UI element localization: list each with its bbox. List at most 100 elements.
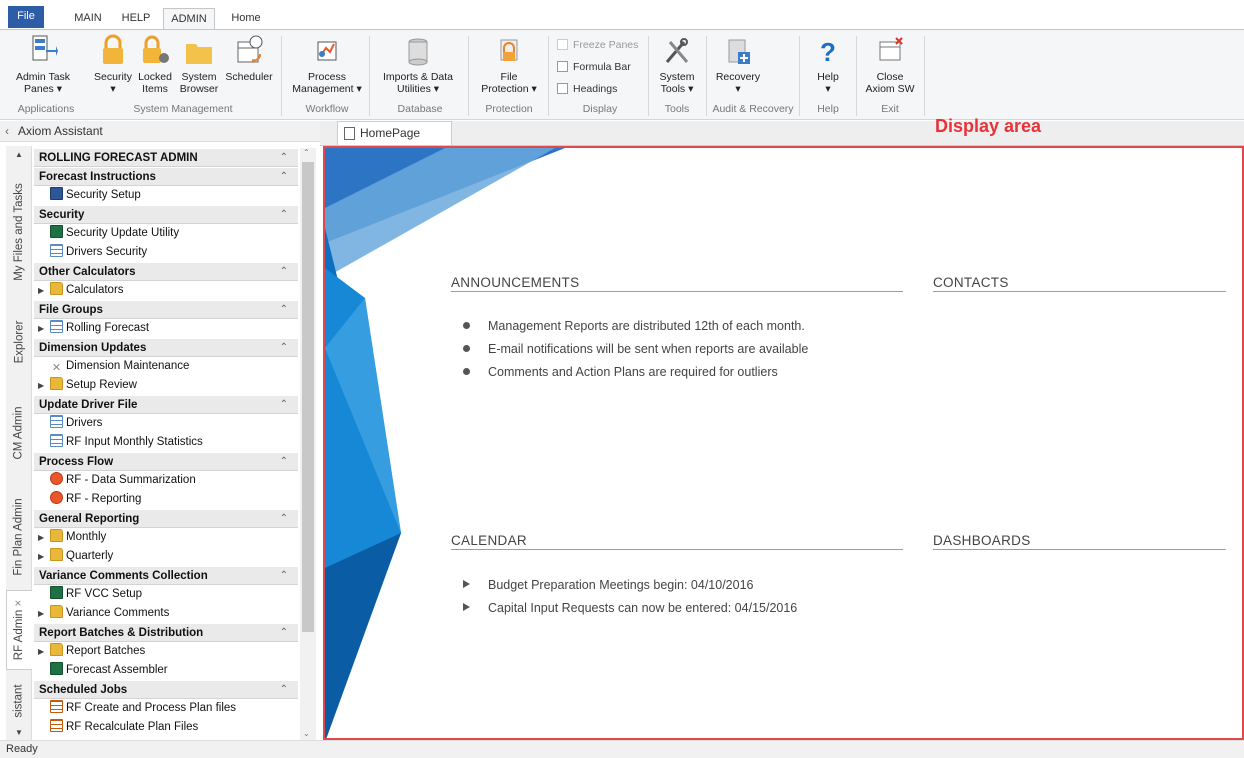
scroll-up-button[interactable]: ▲: [6, 146, 32, 162]
section-header[interactable]: Dimension Updates ⌃: [34, 338, 298, 357]
section-title: Scheduled Jobs: [39, 684, 128, 696]
tree-item[interactable]: ▶ Calculators: [34, 281, 298, 300]
collapse-caret-icon[interactable]: ⌃: [280, 396, 288, 414]
headings-checkbox[interactable]: Headings: [557, 83, 617, 95]
collapse-caret-icon[interactable]: ⌃: [280, 263, 288, 281]
freeze-panes-label: Freeze Panes: [573, 39, 639, 51]
side-vertical-tabs: ▲ My Files and Tasks Explorer CM Admin F…: [6, 146, 32, 740]
tree-item[interactable]: ▶ Setup Review: [34, 376, 298, 395]
decorative-banner-graphic: [325, 148, 565, 738]
tab-main[interactable]: MAIN: [68, 8, 108, 30]
scroll-up-arrow-icon[interactable]: ⌃: [303, 148, 310, 157]
tree-item[interactable]: RF Recalculate Plan Files: [34, 718, 298, 737]
tree-item[interactable]: RF Create and Process Plan files: [34, 699, 298, 718]
calendar-text: Budget Preparation Meetings begin: 04/10…: [488, 578, 754, 592]
bullet-icon: [463, 368, 470, 375]
tree-item[interactable]: ▶ Variance Comments: [34, 604, 298, 623]
collapse-caret-icon[interactable]: ⌃: [280, 567, 288, 585]
section-header[interactable]: Process Flow ⌃: [34, 452, 298, 471]
collapse-caret-icon[interactable]: ⌃: [280, 624, 288, 642]
tree-item[interactable]: RF - Reporting: [34, 490, 298, 509]
expand-arrow-icon[interactable]: ▶: [38, 604, 44, 623]
tree-item[interactable]: Drivers Security: [34, 243, 298, 262]
section-header[interactable]: Report Batches & Distribution ⌃: [34, 623, 298, 642]
help-button[interactable]: ? Help ▾: [808, 34, 848, 95]
tree-item[interactable]: ▶ Report Batches: [34, 642, 298, 661]
ribbon-separator: [369, 36, 370, 116]
formula-bar-checkbox[interactable]: Formula Bar: [557, 61, 631, 73]
section-header[interactable]: File Groups ⌃: [34, 300, 298, 319]
tab-admin[interactable]: ADMIN: [163, 8, 215, 30]
tree-item[interactable]: Security Setup: [34, 186, 298, 205]
tab-rf-admin[interactable]: RF Admin ×: [6, 590, 32, 670]
expand-arrow-icon[interactable]: ▶: [38, 642, 44, 661]
tree-item[interactable]: ▶ Monthly: [34, 528, 298, 547]
tree-scrollbar[interactable]: ⌃ ⌄: [300, 148, 316, 740]
ribbon: Admin Task Panes ▾ Security ▾ Locked Ite…: [0, 29, 1244, 120]
tree-item[interactable]: ▶ Quarterly: [34, 547, 298, 566]
security-button[interactable]: Security ▾: [90, 34, 136, 95]
tree-item[interactable]: Security Update Utility: [34, 224, 298, 243]
file-protection-button[interactable]: File Protection ▾: [476, 34, 542, 95]
expand-arrow-icon[interactable]: ▶: [38, 319, 44, 338]
checkbox-box: [557, 83, 568, 94]
tab-file[interactable]: File: [8, 6, 44, 28]
section-header[interactable]: Forecast Instructions ⌃: [34, 167, 298, 186]
tab-homepage[interactable]: HomePage (R/O) X: [337, 121, 452, 163]
group-audit-recovery-label: Audit & Recovery: [712, 103, 794, 115]
close-axiom-button[interactable]: Close Axiom SW: [862, 34, 918, 95]
system-tools-button[interactable]: System Tools ▾: [654, 34, 700, 95]
expand-arrow-icon[interactable]: ▶: [38, 528, 44, 547]
collapse-chevron-icon[interactable]: ‹: [5, 121, 9, 142]
expand-arrow-icon[interactable]: ▶: [38, 376, 44, 395]
close-icon[interactable]: ×: [14, 600, 26, 607]
expand-arrow-icon[interactable]: ▶: [38, 547, 44, 566]
section-header[interactable]: Security ⌃: [34, 205, 298, 224]
collapse-caret-icon[interactable]: ⌃: [280, 301, 288, 319]
tree-title[interactable]: ROLLING FORECAST ADMIN ⌃: [34, 148, 298, 167]
tree-item[interactable]: RF - Data Summarization: [34, 471, 298, 490]
scrollbar-thumb[interactable]: [302, 162, 314, 632]
scheduler-button[interactable]: Scheduler: [224, 34, 274, 83]
collapse-caret-icon[interactable]: ⌃: [280, 339, 288, 357]
collapse-caret-icon[interactable]: ⌃: [280, 681, 288, 699]
locked-items-button[interactable]: Locked Items: [136, 34, 174, 95]
tab-label: My Files and Tasks: [13, 183, 26, 281]
tab-assistant[interactable]: sistant: [6, 676, 32, 726]
admin-task-panes-button[interactable]: Admin Task Panes ▾: [12, 34, 74, 95]
tree-item[interactable]: Drivers: [34, 414, 298, 433]
tree-item[interactable]: Forecast Assembler: [34, 661, 298, 680]
section-header[interactable]: Other Calculators ⌃: [34, 262, 298, 281]
tab-help[interactable]: HELP: [116, 8, 156, 30]
tab-my-files-and-tasks[interactable]: My Files and Tasks: [6, 170, 32, 294]
imports-data-utilities-label: Imports & Data Utilities ▾: [382, 71, 454, 95]
tab-home[interactable]: Home: [224, 8, 268, 30]
collapse-caret-icon[interactable]: ⌃: [280, 206, 288, 224]
tree-item[interactable]: ▶ Rolling Forecast: [34, 319, 298, 338]
tab-fin-plan-admin[interactable]: Fin Plan Admin: [6, 484, 32, 590]
section-header[interactable]: Variance Comments Collection ⌃: [34, 566, 298, 585]
section-header[interactable]: General Reporting ⌃: [34, 509, 298, 528]
tab-cm-admin[interactable]: CM Admin: [6, 392, 32, 474]
section-header[interactable]: Scheduled Jobs ⌃: [34, 680, 298, 699]
section-header[interactable]: Update Driver File ⌃: [34, 395, 298, 414]
expand-arrow-icon[interactable]: ▶: [38, 281, 44, 300]
collapse-caret-icon[interactable]: ⌃: [280, 510, 288, 528]
tree-item[interactable]: ✕ Dimension Maintenance: [34, 357, 298, 376]
tree-item[interactable]: RF Input Monthly Statistics: [34, 433, 298, 452]
collapse-caret-icon[interactable]: ⌃: [280, 149, 288, 167]
scroll-down-button[interactable]: ▼: [6, 724, 32, 740]
tab-explorer[interactable]: Explorer: [6, 302, 32, 382]
collapse-caret-icon[interactable]: ⌃: [280, 453, 288, 471]
section-title: Other Calculators: [39, 266, 136, 278]
collapse-caret-icon[interactable]: ⌃: [280, 168, 288, 186]
tree-item[interactable]: RF VCC Setup: [34, 585, 298, 604]
process-management-button[interactable]: Process Management ▾: [288, 34, 366, 95]
file-protection-icon: [500, 39, 518, 61]
imports-data-utilities-button[interactable]: Imports & Data Utilities ▾: [376, 34, 460, 95]
recovery-button[interactable]: Recovery ▾: [712, 34, 764, 95]
scroll-down-arrow-icon[interactable]: ⌄: [303, 729, 310, 738]
system-browser-button[interactable]: System Browser: [176, 34, 222, 95]
freeze-panes-checkbox[interactable]: Freeze Panes: [557, 39, 638, 51]
word-icon: [50, 187, 63, 200]
